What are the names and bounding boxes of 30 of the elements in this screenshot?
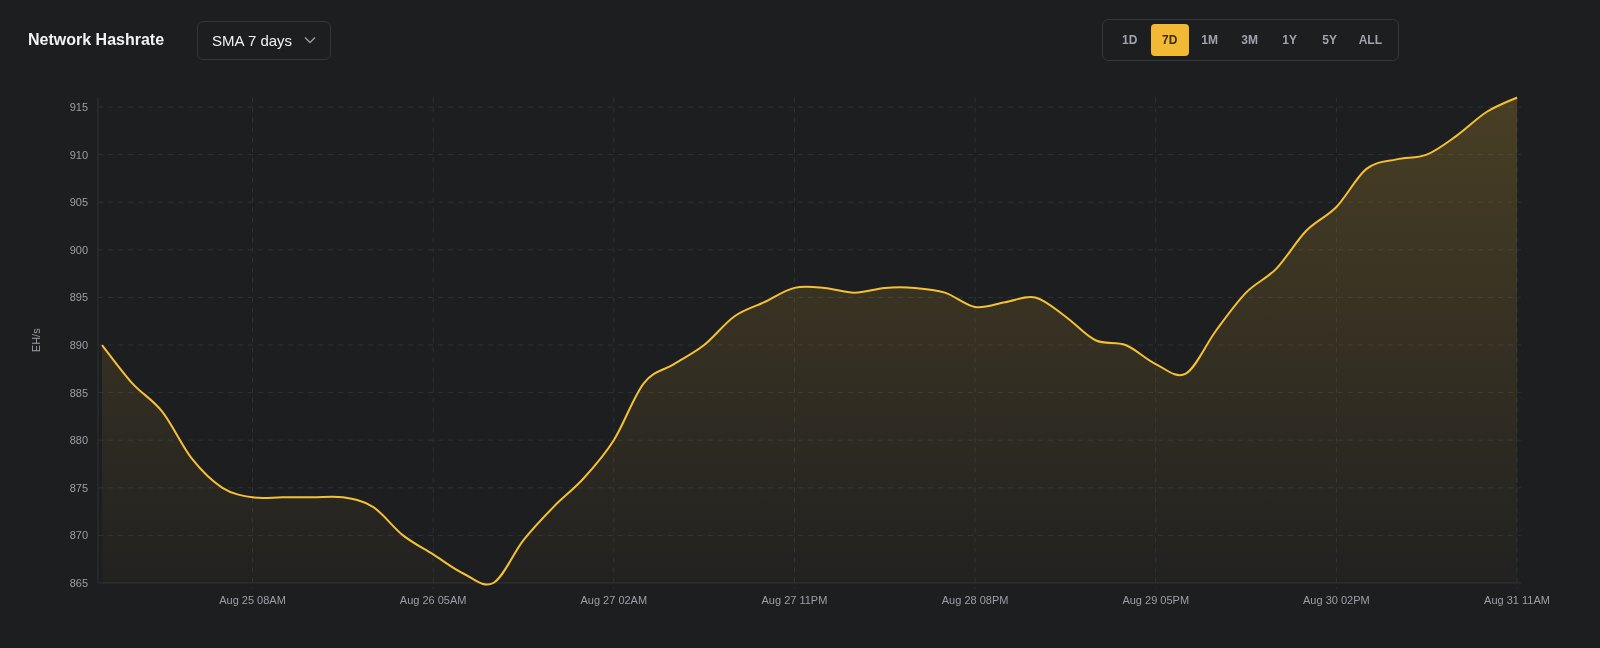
y-tick-label: 875 [69, 481, 88, 494]
range-tab[interactable]: 5Y [1310, 24, 1349, 56]
x-tick-label: Aug 31 11AM [1484, 594, 1550, 606]
y-tick-label: 900 [69, 243, 88, 256]
average-dropdown[interactable]: SMA 7 days [197, 20, 332, 60]
range-tab[interactable]: 1D [1110, 24, 1149, 56]
y-tick-label: 915 [69, 101, 88, 113]
x-tick-label: Aug 29 05PM [1122, 594, 1190, 606]
range-tab[interactable]: 7D [1150, 24, 1189, 56]
x-tick-label: Aug 26 05AM [399, 594, 467, 606]
y-axis-label: EH/s [30, 328, 42, 353]
x-tick-label: Aug 28 08PM [941, 594, 1009, 606]
y-tick-label: 870 [69, 529, 88, 542]
range-tab[interactable]: 1Y [1270, 24, 1309, 56]
range-tab[interactable]: 3M [1230, 24, 1269, 56]
x-tick-label: Aug 30 02PM [1303, 594, 1370, 606]
x-tick-label: Aug 27 11PM [761, 594, 828, 606]
y-tick-label: 895 [69, 291, 88, 304]
x-tick-label: Aug 25 08AM [219, 594, 286, 606]
y-tick-label: 865 [69, 577, 88, 589]
chart-title: Network Hashrate [28, 31, 165, 49]
y-tick-label: 905 [69, 196, 88, 209]
range-tab[interactable]: 1M [1190, 24, 1229, 56]
x-tick-label: Aug 27 02AM [580, 594, 648, 606]
y-tick-label: 880 [69, 434, 88, 447]
range-tab[interactable]: ALL [1350, 24, 1390, 56]
y-tick-label: 910 [69, 148, 88, 161]
chevron-down-icon [304, 36, 317, 44]
y-tick-label: 885 [69, 386, 88, 399]
y-tick-label: 890 [69, 339, 88, 351]
